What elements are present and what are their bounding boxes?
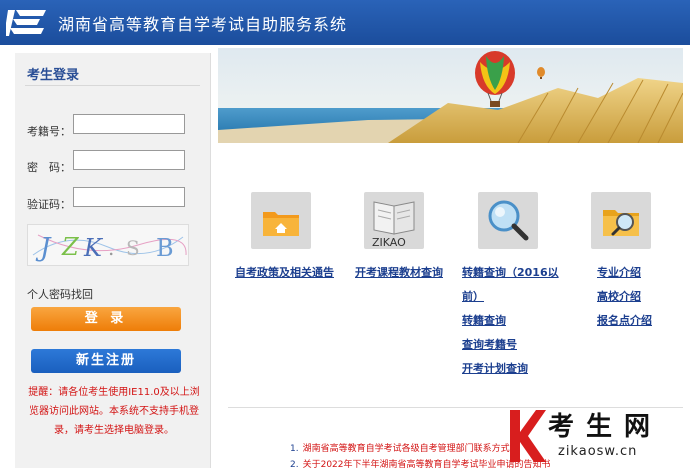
forgot-password-link[interactable]: 个人密码找回 bbox=[27, 286, 93, 302]
svg-text:K: K bbox=[83, 234, 104, 262]
captcha-image[interactable]: J Z K . S B bbox=[27, 224, 189, 266]
header-bar: 湖南省高等教育自学考试自助服务系统 bbox=[0, 0, 690, 45]
transfer-query-2016-link-cont[interactable]: 前） bbox=[462, 288, 484, 304]
policy-link[interactable]: 自考政策及相关通告 bbox=[235, 264, 334, 280]
zikao-book-icon[interactable]: ZIKAO bbox=[364, 192, 424, 249]
student-id-query-link[interactable]: 查询考籍号 bbox=[462, 336, 517, 352]
transfer-query-2016-link[interactable]: 转籍查询（2016以 bbox=[462, 264, 559, 280]
divider bbox=[25, 85, 200, 86]
svg-text:.: . bbox=[108, 236, 114, 260]
registration-site-link[interactable]: 报名点介绍 bbox=[597, 312, 652, 328]
watermark-k-icon bbox=[510, 410, 546, 462]
password-label: 密 码： bbox=[27, 161, 71, 174]
login-title: 考生登录 bbox=[27, 68, 80, 83]
id-input[interactable] bbox=[73, 114, 185, 134]
zikao-text: ZIKAO bbox=[372, 236, 406, 249]
captcha-label: 验证码： bbox=[27, 198, 71, 211]
captcha-input[interactable] bbox=[73, 187, 185, 207]
svg-text:Z: Z bbox=[61, 233, 80, 261]
folder-search-icon[interactable] bbox=[591, 192, 651, 249]
logo-icon bbox=[6, 10, 46, 36]
password-input[interactable] bbox=[73, 150, 185, 170]
course-textbook-link[interactable]: 开考课程教材查询 bbox=[355, 264, 443, 280]
transfer-query-link[interactable]: 转籍查询 bbox=[462, 312, 506, 328]
svg-text:J: J bbox=[35, 233, 52, 263]
app-title: 湖南省高等教育自学考试自助服务系统 bbox=[58, 15, 348, 34]
banner-image bbox=[218, 48, 683, 143]
login-button[interactable]: 登 录 bbox=[31, 307, 181, 331]
major-intro-link[interactable]: 专业介绍 bbox=[597, 264, 641, 280]
login-panel: 考生登录 考籍号： 密 码： 验证码： J Z K . S B 个人密码找回 登… bbox=[15, 53, 211, 468]
watermark: 考生网 zikaosw.cn bbox=[506, 406, 690, 468]
folder-home-icon[interactable] bbox=[251, 192, 311, 249]
news-item[interactable]: 1. 湖南省高等教育自学考试各级自考管理部门联系方式 bbox=[290, 441, 510, 454]
id-label: 考籍号： bbox=[27, 125, 71, 138]
college-intro-link[interactable]: 高校介绍 bbox=[597, 288, 641, 304]
register-button[interactable]: 新生注册 bbox=[31, 349, 181, 373]
browser-tip: 提醒：请各位考生使用IE11.0及以上浏览器访问此网站。本系统不支持手机登录，请… bbox=[28, 387, 200, 436]
watermark-brand: 考生网 bbox=[548, 412, 663, 442]
magnifier-icon[interactable] bbox=[478, 192, 538, 249]
svg-text:B: B bbox=[156, 234, 174, 262]
svg-text:S: S bbox=[126, 236, 140, 260]
watermark-site: zikaosw.cn bbox=[558, 444, 638, 459]
exam-plan-link[interactable]: 开考计划查询 bbox=[462, 360, 528, 376]
